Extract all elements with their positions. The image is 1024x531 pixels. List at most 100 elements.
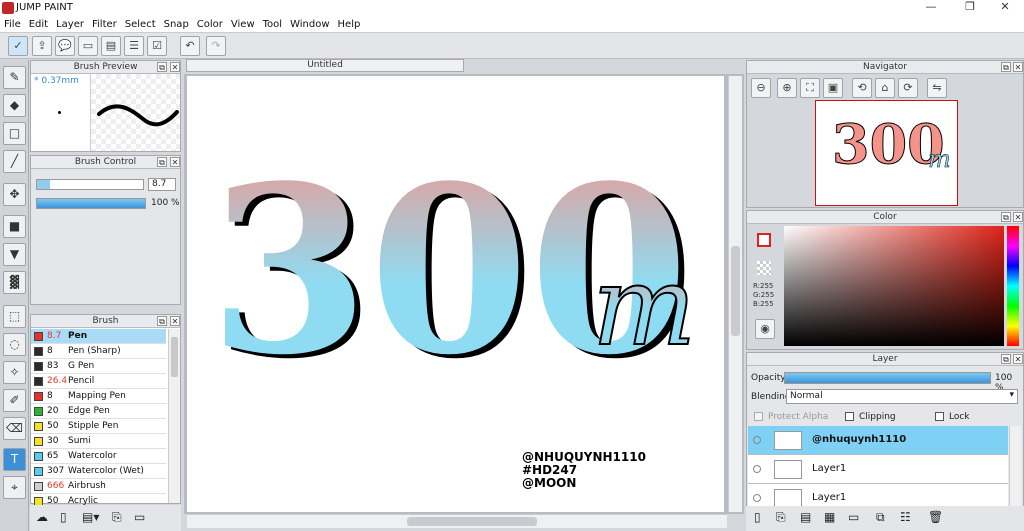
- brush-tool[interactable]: ✎: [3, 66, 26, 89]
- visibility-eye-icon[interactable]: [753, 465, 761, 473]
- minimize-button[interactable]: —: [916, 0, 946, 17]
- panel-detach-icon[interactable]: ⧉: [1001, 354, 1011, 364]
- layer-row[interactable]: @nhuquynh1110: [748, 426, 1008, 455]
- layer-row[interactable]: Layer1: [748, 484, 1008, 506]
- fit-screen-button[interactable]: ⛶: [800, 78, 820, 98]
- brush-menu-icon[interactable]: ▤▾: [82, 510, 99, 524]
- brush-item[interactable]: 65 Watercolor: [31, 449, 166, 464]
- protect-alpha-checkbox[interactable]: [754, 412, 763, 421]
- opacity-slider[interactable]: [36, 198, 146, 209]
- lasso-tool[interactable]: ◌: [3, 333, 26, 356]
- reset-rotation-button[interactable]: ⌂: [875, 78, 895, 98]
- canvas-horizontal-scrollbar[interactable]: [187, 514, 727, 528]
- text-tool[interactable]: T: [3, 448, 26, 471]
- menu-layer[interactable]: Layer: [52, 17, 88, 33]
- rectangle-tool[interactable]: □: [3, 122, 26, 145]
- eyedropper-tool[interactable]: ⌖: [3, 476, 26, 499]
- menu-file[interactable]: File: [0, 17, 25, 33]
- comment-button[interactable]: 💬: [55, 36, 75, 56]
- menu-snap[interactable]: Snap: [160, 17, 193, 33]
- visibility-eye-icon[interactable]: [753, 436, 761, 444]
- panel-close-icon[interactable]: ✕: [1013, 212, 1023, 222]
- new-layer-icon[interactable]: ▯: [754, 510, 761, 524]
- panel-detach-icon[interactable]: ⧉: [157, 157, 167, 167]
- layer-list-scrollbar[interactable]: [1009, 426, 1021, 506]
- folder-icon[interactable]: ▭: [134, 510, 145, 524]
- share-button[interactable]: ⇪: [32, 36, 52, 56]
- page-button[interactable]: ▤: [101, 36, 121, 56]
- panel-detach-icon[interactable]: ⧉: [1001, 62, 1011, 72]
- panel-close-icon[interactable]: ✕: [170, 316, 180, 326]
- canvas-toggle-button[interactable]: ✓: [8, 36, 28, 56]
- brush-item[interactable]: 666 Airbrush: [31, 479, 166, 494]
- cloud-brush-icon[interactable]: ☁: [36, 510, 48, 524]
- zoom-in-button[interactable]: ⊕: [777, 78, 797, 98]
- rotate-right-button[interactable]: ⟳: [898, 78, 918, 98]
- new-brush-icon[interactable]: ▯: [60, 510, 67, 524]
- list-button[interactable]: ☰: [124, 36, 144, 56]
- menu-view[interactable]: View: [227, 17, 259, 33]
- copy-layer-icon[interactable]: ⎘: [776, 510, 786, 525]
- visibility-eye-icon[interactable]: [753, 494, 761, 502]
- checker-layer-icon[interactable]: ▦: [824, 510, 835, 524]
- move-tool[interactable]: ✥: [3, 183, 26, 206]
- panel-detach-icon[interactable]: ⧉: [157, 62, 167, 72]
- clipping-checkbox[interactable]: [845, 412, 854, 421]
- size-input[interactable]: 8.7: [148, 178, 176, 191]
- size-slider[interactable]: [36, 179, 144, 190]
- transparent-color-swatch[interactable]: [757, 261, 771, 275]
- zoom-out-button[interactable]: ⊖: [751, 78, 771, 98]
- canvas-tab[interactable]: Untitled: [186, 59, 464, 72]
- menu-filter[interactable]: Filter: [88, 17, 121, 33]
- canvas-vertical-scrollbar[interactable]: [728, 76, 742, 512]
- brush-item[interactable]: 50 Stipple Pen: [31, 419, 166, 434]
- menu-help[interactable]: Help: [334, 17, 365, 33]
- lock-checkbox[interactable]: [935, 412, 944, 421]
- drawing-canvas[interactable]: 300 300 m @NHUQUYNH1110 #HD247 @MOON: [187, 76, 724, 512]
- select-rect-tool[interactable]: ⬚: [3, 305, 26, 328]
- panel-close-icon[interactable]: ✕: [1013, 62, 1023, 72]
- flip-button[interactable]: ⇋: [927, 78, 947, 98]
- rotate-left-button[interactable]: ⟲: [852, 78, 872, 98]
- redo-button[interactable]: ↷: [206, 36, 226, 56]
- brush-item[interactable]: 8 Pen (Sharp): [31, 344, 166, 359]
- brush-item[interactable]: 8 Mapping Pen: [31, 389, 166, 404]
- undo-button[interactable]: ↶: [180, 36, 200, 56]
- layer-row[interactable]: Layer1: [748, 455, 1008, 484]
- merge-layer-icon[interactable]: ▤: [800, 510, 811, 524]
- layer-opacity-slider[interactable]: [784, 372, 991, 384]
- duplicate-layer-icon[interactable]: ⧉: [876, 510, 885, 525]
- scrollbar-thumb[interactable]: [731, 246, 740, 336]
- panel-detach-icon[interactable]: ⧉: [1001, 212, 1011, 222]
- actual-size-button[interactable]: ▣: [823, 78, 843, 98]
- menu-window[interactable]: Window: [286, 17, 333, 33]
- bucket-tool[interactable]: ▼: [3, 243, 26, 266]
- folder-layer-icon[interactable]: ▭: [848, 510, 859, 524]
- scrollbar-thumb[interactable]: [407, 517, 537, 526]
- close-button[interactable]: ✕: [990, 0, 1020, 17]
- brush-item[interactable]: 8.7 Pen: [31, 329, 166, 344]
- brush-item[interactable]: 30 Sumi: [31, 434, 166, 449]
- select-eraser-tool[interactable]: ⌫: [3, 417, 26, 440]
- panel-close-icon[interactable]: ✕: [1013, 354, 1023, 364]
- edit-list-button[interactable]: ☑: [147, 36, 167, 56]
- panel-close-icon[interactable]: ✕: [170, 157, 180, 167]
- hue-slider[interactable]: [1007, 226, 1019, 346]
- gradient-tool[interactable]: ▓: [3, 271, 26, 294]
- scrollbar-thumb[interactable]: [171, 337, 178, 377]
- brush-item[interactable]: 26.4 Pencil: [31, 374, 166, 389]
- saturation-value-picker[interactable]: [784, 226, 1004, 346]
- layer-settings-icon[interactable]: ☷: [900, 510, 911, 524]
- trash-icon[interactable]: 🗑: [928, 510, 943, 524]
- eraser-tool[interactable]: ◆: [3, 94, 26, 117]
- brush-item[interactable]: 83 G Pen: [31, 359, 166, 374]
- menu-edit[interactable]: Edit: [25, 17, 52, 33]
- menu-color[interactable]: Color: [193, 17, 227, 33]
- copy-brush-icon[interactable]: ⎘: [112, 510, 122, 525]
- brush-list-scrollbar[interactable]: [168, 329, 180, 503]
- menu-select[interactable]: Select: [121, 17, 160, 33]
- blending-select[interactable]: Normal ▾: [786, 389, 1018, 404]
- brush-item[interactable]: 307 Watercolor (Wet): [31, 464, 166, 479]
- select-pen-tool[interactable]: ✐: [3, 389, 26, 412]
- panel-close-icon[interactable]: ✕: [170, 62, 180, 72]
